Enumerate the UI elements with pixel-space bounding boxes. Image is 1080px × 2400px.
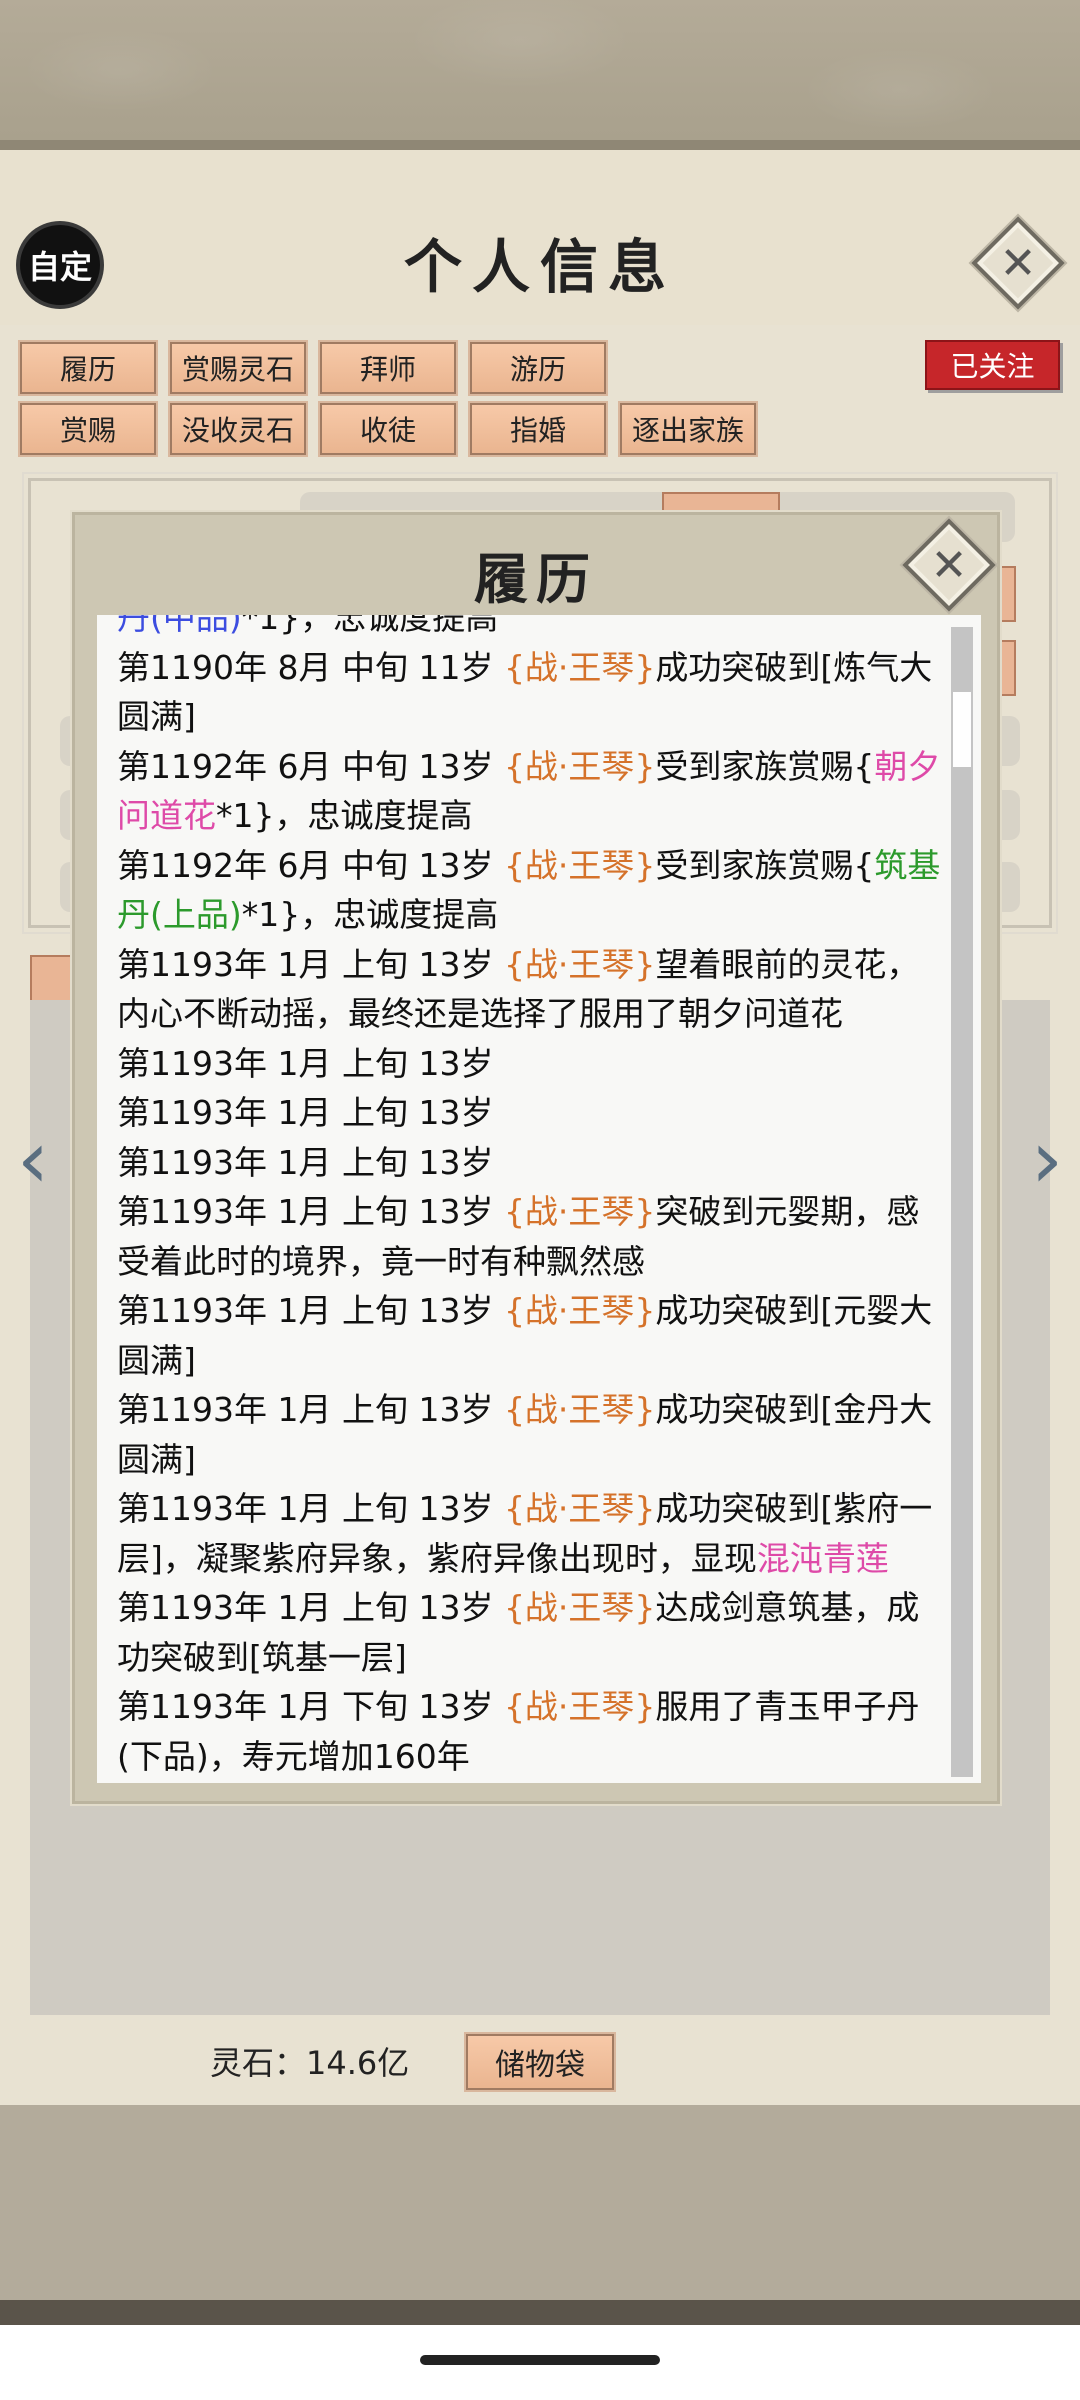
- tab-confiscate-stones[interactable]: 没收灵石: [168, 401, 308, 457]
- history-entry: 第1193年 1月 下旬 13岁 {战·王琴}服用了青玉甲子丹(下品)，寿元增加…: [117, 1682, 942, 1781]
- item-name: 丹(中品): [117, 615, 242, 637]
- entry-text: 第1192年 6月 中旬 13岁: [117, 845, 504, 885]
- top-cloud-band: [0, 0, 1080, 150]
- spirit-stones-count: 灵石：14.6亿: [210, 2044, 410, 2082]
- modal-title: 履历: [474, 547, 598, 611]
- prev-arrow-icon[interactable]: ‹: [8, 1120, 58, 1200]
- tab-arrange-marriage[interactable]: 指婚: [468, 401, 608, 457]
- tab-expel-family[interactable]: 逐出家族: [618, 401, 758, 457]
- tab-take-disciple[interactable]: 收徒: [318, 401, 458, 457]
- tab-apprentice[interactable]: 拜师: [318, 340, 458, 396]
- entry-text: *1}，忠诚度提高: [241, 895, 499, 934]
- entry-text: 第1193年 1月 上旬 13岁: [117, 1588, 504, 1627]
- item-name: 混沌青莲: [756, 1538, 889, 1578]
- entry-text: 第1193年 1月 上旬 13岁: [117, 1043, 494, 1083]
- history-entry: 第1193年 1月 上旬 13岁 {战·王琴}达成剑意筑基，成功突破到[筑基一层…: [117, 1583, 942, 1682]
- home-indicator[interactable]: [420, 2355, 660, 2365]
- scrollbar-thumb[interactable]: [953, 692, 971, 767]
- tab-history[interactable]: 履历: [18, 340, 158, 396]
- history-entry: 第1193年 1月 上旬 13岁: [117, 1088, 942, 1138]
- bottom-area: [0, 2105, 1080, 2330]
- scrollbar[interactable]: [951, 627, 973, 1777]
- entry-text: 第1193年 1月 上旬 13岁: [117, 1192, 504, 1231]
- entry-text: 第1193年 1月 上旬 13岁: [117, 1142, 494, 1182]
- storage-bag-button[interactable]: 储物袋: [464, 2032, 616, 2092]
- character-name: {战·王琴}: [503, 647, 656, 687]
- entry-text: 第1190年 8月 中旬 11岁: [117, 647, 504, 687]
- character-name: {战·王琴}: [503, 845, 656, 885]
- character-name: {战·王琴}: [503, 1588, 656, 1627]
- character-name: {战·王琴}: [503, 1489, 656, 1528]
- close-icon: ✕: [999, 237, 1037, 289]
- entry-text: 受到家族赏赐{: [655, 845, 875, 885]
- entry-text: 第1193年 1月 上旬 13岁: [117, 1489, 504, 1528]
- character-name: {战·王琴}: [503, 1291, 656, 1330]
- history-entry: 第1193年 1月 上旬 13岁: [117, 1138, 942, 1188]
- entry-text: *1}，忠诚度提高: [216, 796, 473, 835]
- character-name: {战·王琴}: [503, 1192, 656, 1231]
- history-entry: 丹(中品)*1}，忠诚度提高: [117, 615, 942, 643]
- log-list: 丹(中品)*1}，忠诚度提高 第1190年 8月 中旬 11岁 {战·王琴}成功突…: [117, 615, 942, 1781]
- page-title: 个人信息: [403, 233, 676, 301]
- history-entry: 第1193年 1月 上旬 13岁 {战·王琴}成功突破到[紫府一层]，凝聚紫府异…: [117, 1484, 942, 1583]
- history-entry: 第1192年 6月 中旬 13岁 {战·王琴}受到家族赏赐{朝夕问道花*1}，忠…: [117, 742, 942, 841]
- history-log[interactable]: 丹(中品)*1}，忠诚度提高 第1190年 8月 中旬 11岁 {战·王琴}成功突…: [97, 615, 981, 1783]
- tab-reward[interactable]: 赏赐: [18, 401, 158, 457]
- tab-travel[interactable]: 游历: [468, 340, 608, 396]
- close-icon: ✕: [930, 539, 968, 591]
- character-name: {战·王琴}: [503, 1687, 656, 1726]
- history-entry: 第1193年 1月 上旬 13岁 {战·王琴}成功突破到[金丹大圆满]: [117, 1385, 942, 1484]
- entry-text: 第1193年 1月 上旬 13岁: [117, 1291, 504, 1330]
- history-entry: 第1193年 1月 上旬 13岁 {战·王琴}突破到元婴期，感受着此时的境界，竟…: [117, 1187, 942, 1286]
- history-entry: 第1193年 1月 上旬 13岁 {战·王琴}成功突破到[元婴大圆满]: [117, 1286, 942, 1385]
- history-entry: 第1192年 6月 中旬 13岁 {战·王琴}受到家族赏赐{筑基丹(上品)*1}…: [117, 841, 942, 940]
- history-modal: 履历 丹(中品)*1}，忠诚度提高 第1190年 8月 中旬 11岁 {战·王琴}…: [72, 512, 1000, 1804]
- next-arrow-icon[interactable]: ›: [1022, 1120, 1072, 1200]
- entry-text: *1}，忠诚度提高: [241, 615, 499, 637]
- history-entry: 第1193年 1月 上旬 13岁 {战·王琴}望着眼前的灵花，内心不断动摇，最终…: [117, 940, 942, 1039]
- entry-text: 第1192年 6月 中旬 13岁: [117, 746, 504, 786]
- history-entry: 第1190年 8月 中旬 11岁 {战·王琴}成功突破到[炼气大圆满]: [117, 643, 942, 742]
- entry-text: 第1193年 1月 上旬 13岁: [117, 944, 504, 984]
- followed-badge[interactable]: 已关注: [925, 340, 1060, 390]
- character-name: {战·王琴}: [503, 746, 656, 786]
- entry-text: 第1193年 1月 上旬 13岁: [117, 1093, 494, 1132]
- history-entry: 第1193年 1月 上旬 13岁: [117, 1039, 942, 1089]
- character-name: {战·王琴}: [503, 1390, 656, 1429]
- entry-text: 第1193年 1月 下旬 13岁: [117, 1687, 504, 1726]
- character-name: {战·王琴}: [503, 944, 656, 984]
- entry-text: 受到家族赏赐{: [655, 746, 875, 786]
- entry-text: 第1193年 1月 上旬 13岁: [117, 1390, 504, 1429]
- tab-reward-stones[interactable]: 赏赐灵石: [168, 340, 308, 396]
